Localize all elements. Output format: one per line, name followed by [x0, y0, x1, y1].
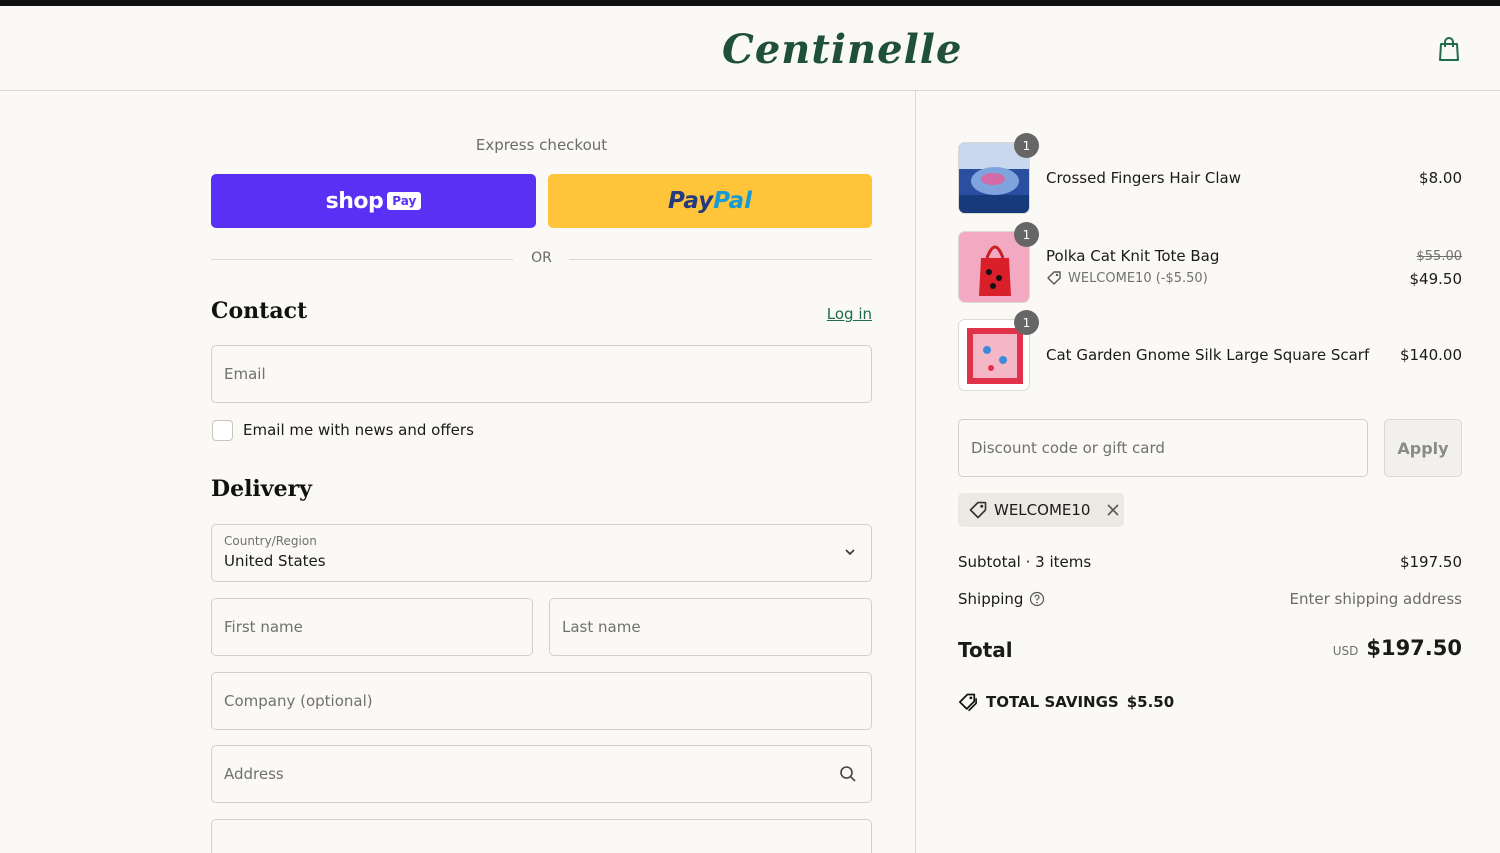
item-name: Crossed Fingers Hair Claw — [1046, 169, 1242, 187]
total-savings-label: TOTAL SAVINGS — [986, 693, 1119, 711]
column-divider — [915, 91, 916, 853]
tag-icon — [1047, 271, 1061, 285]
login-link[interactable]: Log in — [800, 305, 872, 323]
item-price: $49.50 — [1409, 270, 1463, 288]
last-name-wrapper — [549, 598, 872, 656]
shipping-label-text: Shipping — [958, 590, 1024, 608]
or-label: OR — [531, 250, 552, 266]
country-value: United States — [224, 552, 326, 570]
news-offers-label: Email me with news and offers — [243, 421, 474, 439]
paypal-wordmark-part1: Pay — [668, 188, 714, 214]
item-price: $140.00 — [1399, 346, 1462, 364]
quantity-badge: 1 — [1014, 133, 1039, 158]
cart-item: 1 Polka Cat Knit Tote Bag WELCOME10 (-$5… — [958, 222, 1463, 303]
quantity-badge: 1 — [1014, 310, 1039, 335]
first-name-field[interactable] — [212, 599, 532, 655]
item-original-price: $55.00 — [1416, 249, 1463, 264]
subtotal-value: $197.50 — [1399, 553, 1462, 571]
company-field[interactable] — [212, 673, 871, 729]
total-savings-value: $5.50 — [1126, 693, 1175, 711]
tags-icon — [959, 693, 977, 712]
help-icon[interactable] — [1029, 591, 1045, 607]
paypal-button[interactable]: Pay Pal — [548, 174, 872, 228]
brand-logo[interactable]: Centinelle — [722, 22, 963, 78]
shop-pay-badge: Pay — [387, 192, 422, 210]
close-icon — [1107, 504, 1120, 516]
news-offers-checkbox[interactable] — [212, 420, 233, 441]
item-name: Polka Cat Knit Tote Bag — [1046, 247, 1220, 265]
brand-name: Centinelle — [722, 26, 963, 73]
cart-item: 1 Cat Garden Gnome Silk Large Square Sca… — [958, 310, 1462, 391]
address-field[interactable] — [212, 746, 871, 802]
cart-item: 1 Crossed Fingers Hair Claw $8.00 — [958, 133, 1462, 214]
first-name-wrapper — [211, 598, 533, 656]
company-wrapper — [211, 672, 872, 730]
express-checkout-title: Express checkout — [475, 136, 608, 154]
apartment-wrapper — [211, 819, 872, 853]
item-name: Cat Garden Gnome Silk Large Square Scarf — [1046, 346, 1370, 364]
header: Centinelle — [0, 6, 1500, 91]
subtotal-label: Subtotal · 3 items — [958, 553, 1091, 571]
delivery-title: Delivery — [211, 476, 312, 502]
total-value-group: USD $197.50 — [1333, 636, 1462, 660]
item-discount: WELCOME10 (-$5.50) — [1046, 270, 1208, 286]
contact-title: Contact — [211, 298, 308, 324]
shopping-bag-icon — [1439, 37, 1459, 61]
country-select[interactable]: Country/Region United States — [211, 524, 872, 582]
remove-discount-button[interactable] — [1104, 501, 1122, 519]
total-label: Total — [958, 638, 1013, 662]
item-discount-label: WELCOME10 (-$5.50) — [1068, 270, 1208, 286]
total-savings: TOTAL SAVINGS $5.50 — [958, 692, 1174, 712]
address-wrapper — [211, 745, 872, 803]
apply-button[interactable]: Apply — [1384, 419, 1462, 477]
shop-pay-wordmark: shop — [325, 188, 384, 214]
email-field-wrapper — [211, 345, 872, 403]
shipping-label: Shipping — [958, 590, 1045, 608]
applied-discount-chip: WELCOME10 — [958, 493, 1124, 527]
country-label: Country/Region — [224, 534, 317, 548]
search-icon[interactable] — [839, 765, 857, 783]
apartment-field[interactable] — [212, 820, 871, 853]
tag-icon — [969, 501, 987, 519]
item-price: $8.00 — [1419, 169, 1462, 187]
discount-wrapper — [958, 419, 1368, 477]
cart-button[interactable] — [1434, 34, 1464, 64]
currency-code: USD — [1332, 644, 1359, 658]
subtotal-label-text: Subtotal · 3 items — [958, 553, 1092, 571]
chevron-down-icon — [845, 549, 855, 556]
total-amount: $197.50 — [1366, 636, 1462, 660]
paypal-wordmark-part2: Pal — [713, 188, 752, 214]
applied-discount-code: WELCOME10 — [994, 501, 1091, 519]
quantity-badge: 1 — [1014, 222, 1039, 247]
shop-pay-button[interactable]: shop Pay — [211, 174, 536, 228]
shipping-value: Enter shipping address — [1289, 590, 1462, 608]
last-name-field[interactable] — [550, 599, 871, 655]
or-divider: OR — [211, 249, 872, 269]
discount-code-field[interactable] — [959, 420, 1367, 476]
email-field[interactable] — [212, 346, 871, 402]
